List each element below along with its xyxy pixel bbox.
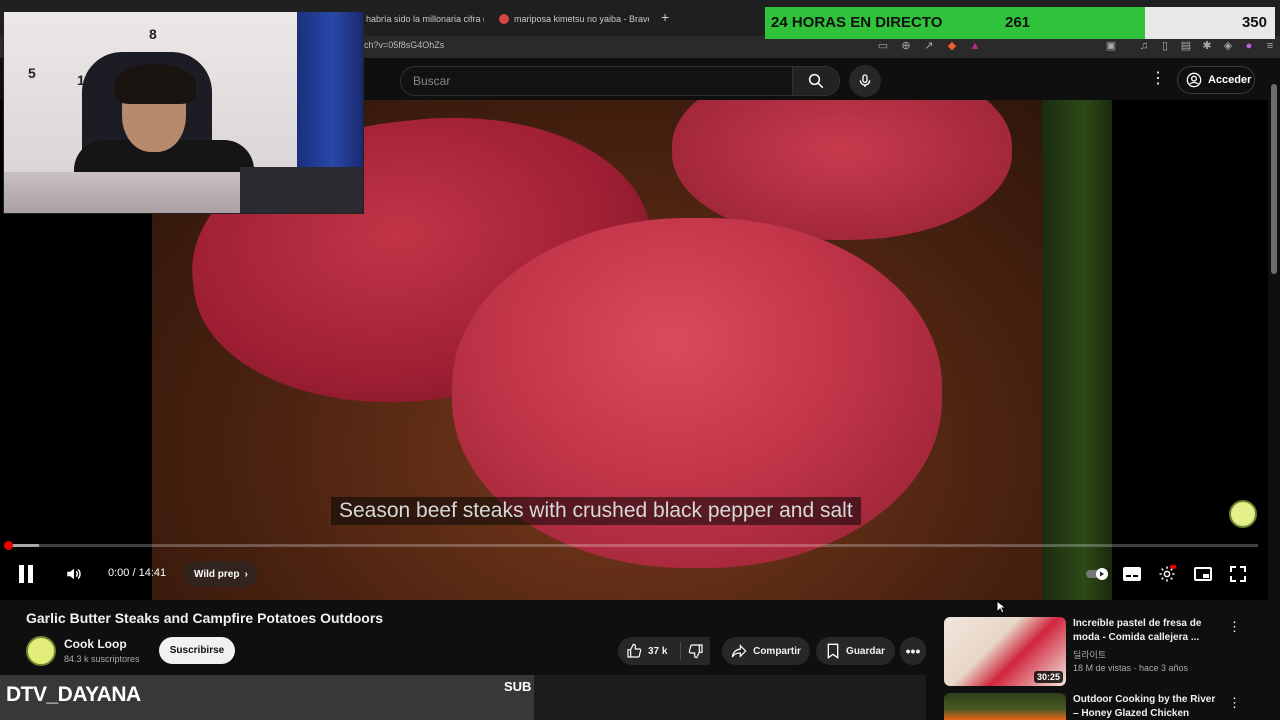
extensions-icon[interactable]: ✱	[1200, 39, 1214, 53]
more-horizontal-icon: •••	[905, 643, 921, 659]
video-thumbnail[interactable]	[944, 693, 1066, 720]
subtitles-icon	[1123, 567, 1141, 581]
panel-icon[interactable]: ▯	[1158, 39, 1172, 53]
recommendation-title[interactable]: Increíble pastel de fresa de moda - Comi…	[1073, 617, 1223, 645]
video-thumbnail[interactable]: 30:25	[944, 617, 1066, 686]
time-display: 0:00 / 14:41	[108, 567, 167, 579]
save-label: Guardar	[846, 645, 885, 657]
more-actions-button[interactable]: •••	[900, 637, 926, 665]
thumbs-down-icon	[688, 644, 703, 659]
subscribe-button[interactable]: Suscribirse	[159, 637, 235, 664]
brave-shield-icon[interactable]: ◆	[945, 39, 959, 53]
share-label: Compartir	[753, 645, 801, 657]
account-icon	[1186, 72, 1202, 88]
stream-goal-bar: 24 HORAS EN DIRECTO 261 350	[765, 7, 1275, 39]
settings-button[interactable]	[1157, 562, 1177, 586]
progress-bar[interactable]	[4, 541, 1258, 550]
herbs-image	[1042, 100, 1112, 600]
mouse-cursor-icon	[996, 600, 1006, 614]
more-icon[interactable]: ⋮	[1150, 69, 1166, 89]
scrollbar-thumb[interactable]	[1271, 84, 1277, 274]
vpn-icon[interactable]: ◈	[1221, 39, 1235, 53]
streamer-hair-image	[114, 64, 196, 104]
save-button[interactable]: Guardar	[816, 637, 895, 665]
video-title: Garlic Butter Steaks and Campfire Potato…	[26, 610, 384, 626]
brave-rewards-icon[interactable]: ▲	[968, 39, 982, 53]
miniplayer-button[interactable]	[1193, 562, 1213, 586]
thumbs-up-icon	[627, 643, 642, 658]
zoom-icon[interactable]: ⊕	[899, 39, 913, 53]
monitor-image	[240, 167, 363, 213]
subtitles-button[interactable]	[1122, 562, 1142, 586]
stream-overlay-bottom: DTV_DAYANA SUB	[0, 675, 926, 720]
autoplay-icon	[1086, 568, 1108, 580]
wall-clock-number: 8	[149, 26, 157, 42]
recommendation-title[interactable]: Outdoor Cooking by the River – Honey Gla…	[1073, 693, 1223, 720]
pause-button[interactable]	[14, 562, 38, 586]
channel-name[interactable]: Cook Loop	[64, 637, 127, 651]
recommendation-item[interactable]: Outdoor Cooking by the River – Honey Gla…	[944, 693, 1244, 720]
menu-icon[interactable]: ≡	[1263, 39, 1277, 53]
signin-button[interactable]: Acceder	[1177, 66, 1255, 94]
miniplayer-icon	[1194, 567, 1212, 581]
search-placeholder: Buscar	[413, 74, 451, 88]
wall-clock-number: 5	[28, 65, 36, 81]
sidebar-icon[interactable]: ▣	[1104, 39, 1118, 53]
channel-avatar[interactable]	[26, 636, 56, 666]
browser-tab[interactable]: habría sido la millonaria cifra qu	[366, 8, 484, 30]
share-icon[interactable]: ↗	[922, 39, 936, 53]
webcam-overlay: 8 5 1	[3, 11, 364, 214]
video-duration: 30:25	[1033, 671, 1063, 683]
search-button[interactable]	[792, 66, 840, 96]
goal-max: 350	[1241, 14, 1267, 31]
chevron-right-icon: ›	[244, 568, 248, 580]
search-icon	[808, 73, 824, 89]
signin-label: Acceder	[1208, 74, 1252, 86]
pause-icon	[19, 565, 33, 583]
bookmark-icon	[827, 643, 839, 659]
goal-current: 261	[1005, 14, 1031, 31]
streamer-name: DTV_DAYANA	[6, 683, 141, 706]
gear-icon	[1159, 565, 1176, 582]
chapter-label: Wild prep	[194, 568, 240, 580]
goal-label: 24 HORAS EN DIRECTO	[771, 14, 943, 31]
browser-tab[interactable]: mariposa kimetsu no yaiba - Brave Se	[499, 8, 649, 30]
volume-icon	[67, 568, 81, 580]
video-caption: Season beef steaks with crushed black pe…	[331, 497, 861, 525]
fullscreen-button[interactable]	[1228, 562, 1248, 586]
url-field[interactable]: ch?v=05f8sG4OhZs	[364, 40, 444, 50]
profile-icon[interactable]: ●	[1242, 39, 1256, 53]
cast-icon[interactable]: ▭	[876, 39, 890, 53]
more-icon[interactable]: ⋮	[1228, 619, 1241, 635]
share-arrow-icon	[731, 644, 747, 658]
channel-watermark[interactable]	[1229, 500, 1257, 528]
wallet-icon[interactable]: ▤	[1179, 39, 1193, 53]
progress-scrubber[interactable]	[4, 541, 13, 550]
voice-search-button[interactable]	[849, 65, 881, 97]
new-tab-button[interactable]: +	[661, 9, 669, 25]
more-icon[interactable]: ⋮	[1228, 695, 1241, 711]
recommendation-channel[interactable]: 딜라이트	[1073, 648, 1106, 661]
page-scrollbar[interactable]	[1268, 58, 1280, 720]
sub-label: SUB	[504, 679, 532, 694]
recommendation-meta: 18 M de vistas · hace 3 años	[1073, 663, 1189, 673]
volume-button[interactable]	[62, 562, 86, 586]
autoplay-toggle[interactable]	[1086, 562, 1110, 586]
subscriber-count: 84.3 k suscriptores	[64, 654, 140, 664]
mic-icon	[859, 74, 871, 87]
recommendation-item[interactable]: 30:25 Increíble pastel de fresa de moda …	[944, 617, 1244, 687]
chapter-button[interactable]: Wild prep ›	[184, 561, 258, 587]
search-input[interactable]: Buscar	[400, 66, 792, 96]
like-count: 37 k	[648, 645, 668, 657]
dislike-button[interactable]	[681, 637, 710, 665]
fullscreen-icon	[1230, 566, 1246, 582]
tab-label: habría sido la millonaria cifra qu	[366, 14, 484, 24]
music-icon[interactable]: ♫	[1137, 39, 1151, 53]
tab-label: mariposa kimetsu no yaiba - Brave Se	[514, 14, 649, 24]
brave-favicon-icon	[499, 14, 509, 24]
share-button[interactable]: Compartir	[722, 637, 810, 665]
